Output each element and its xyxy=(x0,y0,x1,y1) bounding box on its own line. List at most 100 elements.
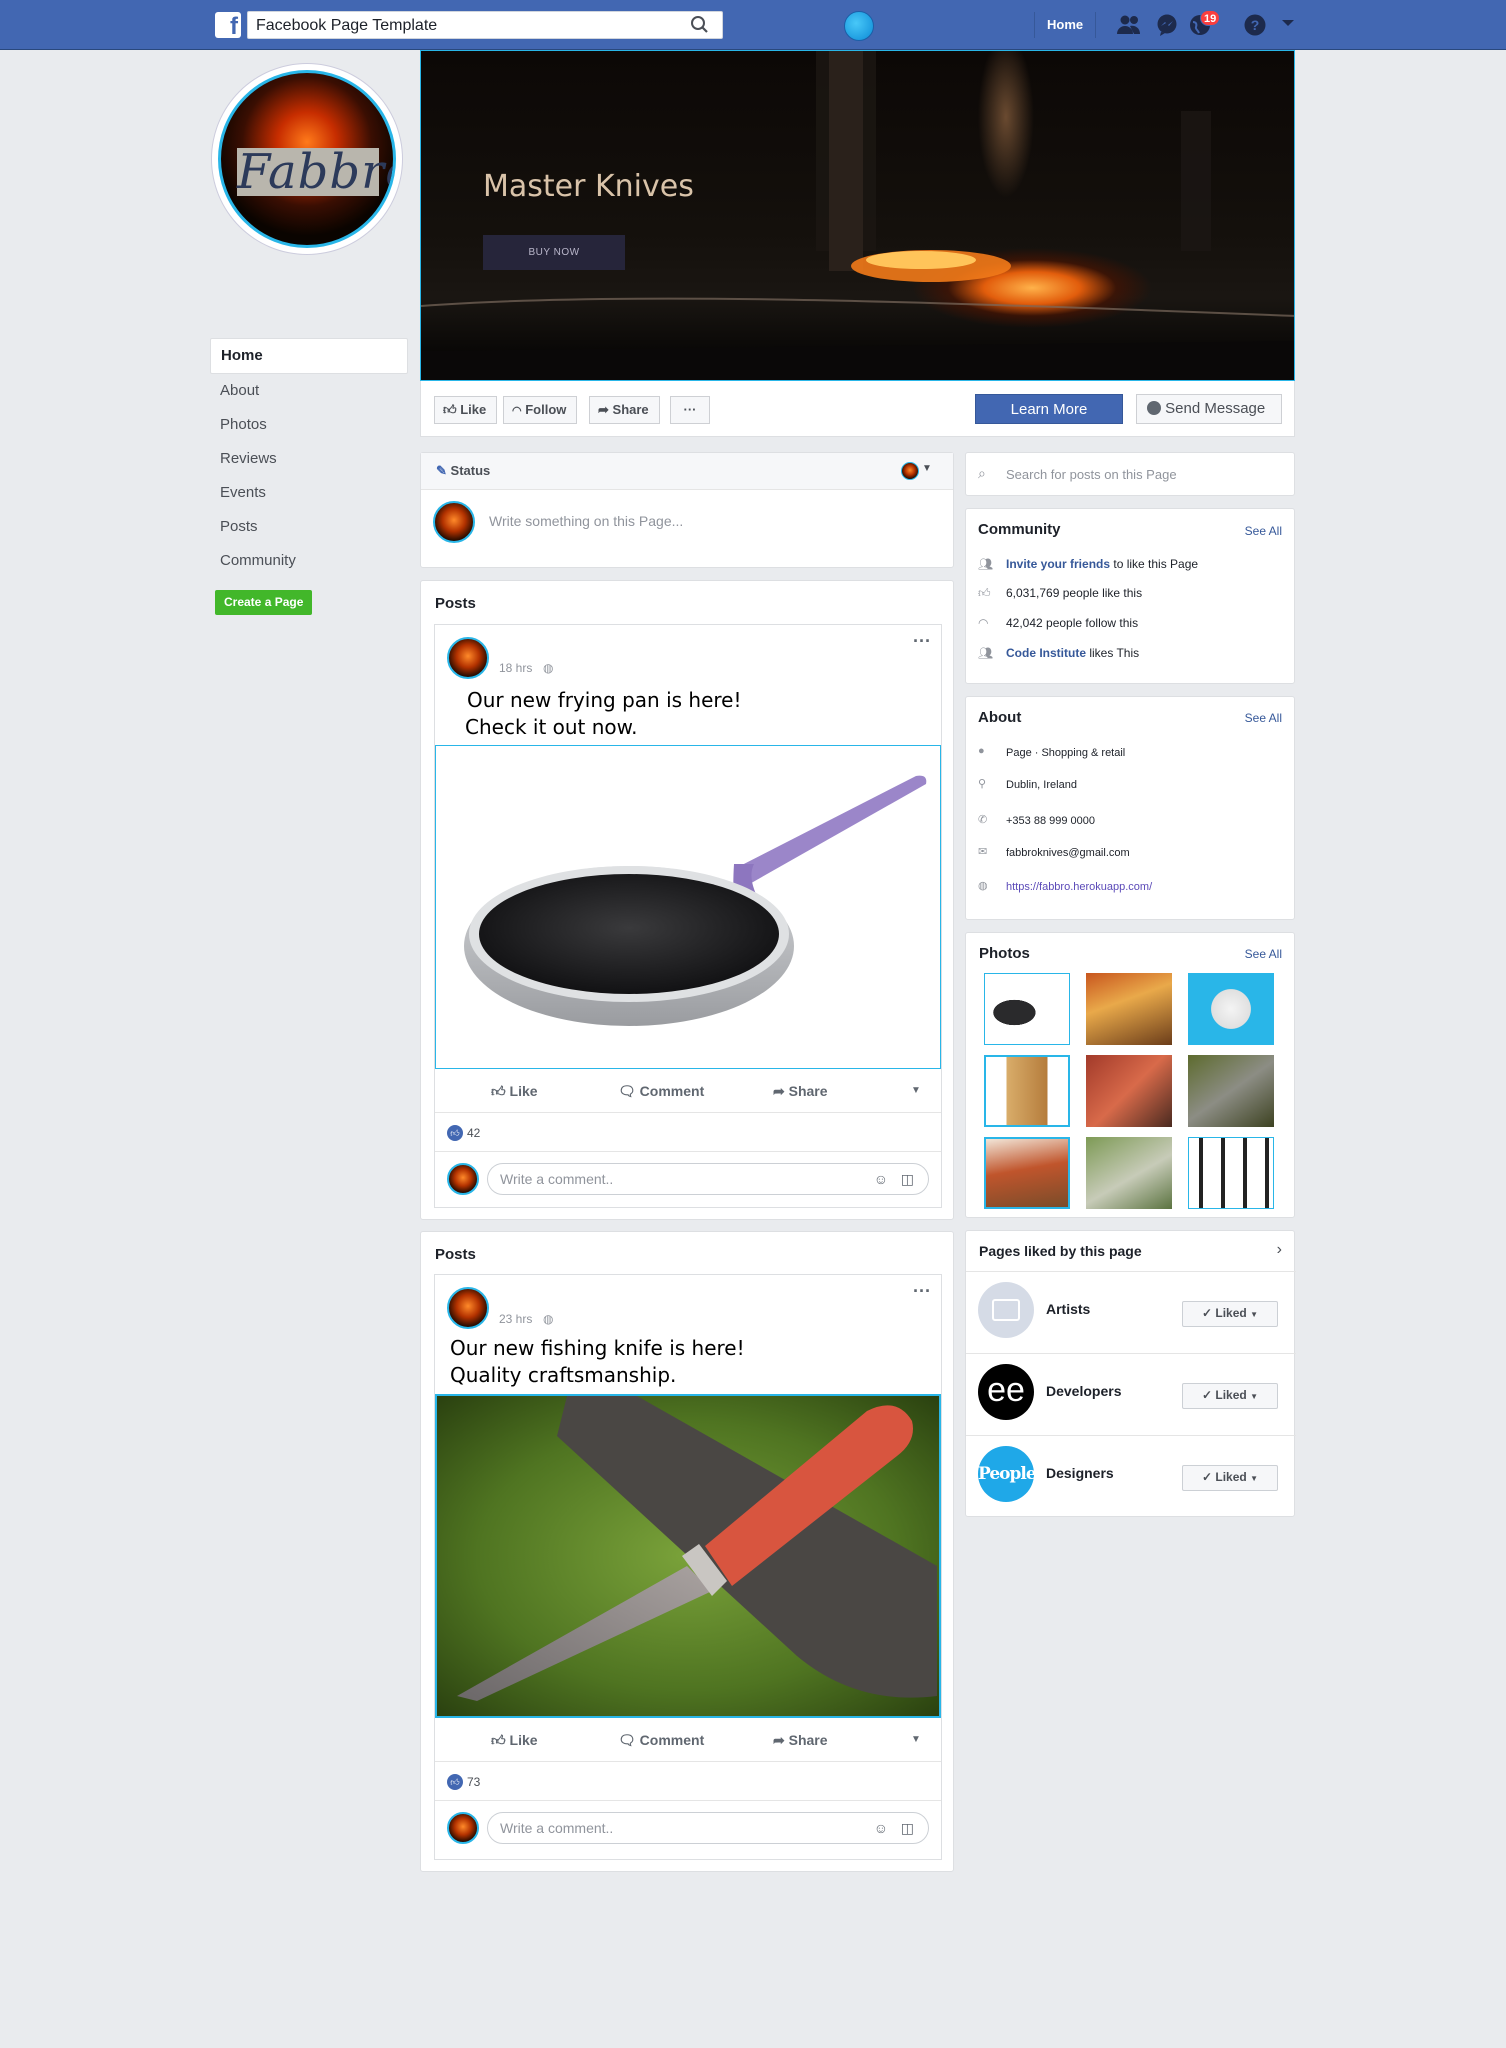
post-text-line1: Our new frying pan is here! xyxy=(467,688,742,712)
status-input[interactable]: Write something on this Page... xyxy=(489,513,683,529)
search-input[interactable]: Facebook Page Template xyxy=(247,11,723,39)
page-website-link[interactable]: https://fabbro.herokuapp.com/ xyxy=(1006,881,1152,893)
comment-input[interactable]: Write a comment.. ☺ ◫ xyxy=(487,1163,929,1195)
photo-thumbnail-knife-steak[interactable] xyxy=(1086,1055,1172,1127)
community-card: Community See All 👥︎ Invite your friends … xyxy=(965,508,1295,684)
dropdown-icon: ▼ xyxy=(1250,1392,1258,1401)
post-text-line2: Check it out now. xyxy=(465,715,638,739)
globe-icon[interactable] xyxy=(844,11,874,41)
photo-thumbnail-tin[interactable] xyxy=(1188,973,1274,1045)
post-share-button[interactable]: ➦ Share xyxy=(773,1732,828,1749)
about-see-all-link[interactable]: See All xyxy=(1245,711,1282,725)
code-institute-link[interactable]: Code Institute xyxy=(1006,646,1086,660)
friends-icon: 👥︎ xyxy=(978,557,994,571)
learn-more-button[interactable]: Learn More xyxy=(975,394,1123,424)
post-menu-chevron-icon[interactable]: ▼ xyxy=(911,1085,921,1096)
liked-page-name[interactable]: Designers xyxy=(1046,1465,1114,1481)
post-container: 23 hrs ◍ ··· Our new fishing knife is he… xyxy=(434,1274,942,1860)
liked-button[interactable]: ✓ Liked ▼ xyxy=(1182,1383,1278,1409)
post-image-frying-pan[interactable] xyxy=(435,745,941,1069)
reaction-count[interactable]: 73 xyxy=(467,1775,480,1789)
designers-page-avatar[interactable]: People xyxy=(978,1446,1037,1502)
post-options-icon[interactable]: ··· xyxy=(913,631,931,652)
profile-picture[interactable]: Fabbro xyxy=(212,64,402,254)
envelope-icon: ✉ xyxy=(978,846,988,858)
photo-thumbnail-cutting-board[interactable] xyxy=(1086,973,1172,1045)
liked-button[interactable]: ✓ Liked ▼ xyxy=(1182,1465,1278,1491)
artists-page-avatar[interactable] xyxy=(978,1282,1034,1338)
follow-page-button[interactable]: ◠ Follow xyxy=(503,396,578,424)
friend-requests-icon[interactable] xyxy=(1116,13,1140,37)
post-actions: 👍︎ Like 🗨︎ Comment ➦ Share ▼ xyxy=(435,1720,941,1762)
post-as-avatar-icon[interactable] xyxy=(901,462,919,480)
posts-section-title: Posts xyxy=(435,1246,476,1263)
sticker-icon[interactable]: ◫ xyxy=(901,1164,914,1194)
like-page-button[interactable]: 👍︎ Like xyxy=(434,396,498,424)
divider xyxy=(966,1271,1296,1272)
share-arrow-icon: ➦ xyxy=(598,402,609,417)
share-page-button[interactable]: ➦ Share xyxy=(589,396,660,424)
post-timestamp[interactable]: 18 hrs xyxy=(499,661,532,675)
status-tab[interactable]: ✎ Status xyxy=(421,453,953,490)
post-timestamp[interactable]: 23 hrs xyxy=(499,1312,532,1326)
post-comment-button[interactable]: 🗨︎ Comment xyxy=(618,1732,704,1749)
emoji-icon[interactable]: ☺ xyxy=(874,1164,888,1194)
photo-thumbnail-knife-outdoor[interactable] xyxy=(1188,1055,1274,1127)
developers-page-avatar[interactable]: ee xyxy=(978,1364,1034,1420)
messenger-icon[interactable] xyxy=(1155,13,1179,37)
create-page-button[interactable]: Create a Page xyxy=(215,590,313,615)
post-as-dropdown-icon[interactable]: ▼ xyxy=(922,463,932,474)
post-share-button[interactable]: ➦ Share xyxy=(773,1083,828,1100)
liked-page-name[interactable]: Developers xyxy=(1046,1383,1121,1399)
buy-now-button[interactable]: BUY NOW xyxy=(483,235,625,270)
account-menu-chevron-icon[interactable] xyxy=(1280,15,1298,39)
photo-thumbnail-knife-rack[interactable] xyxy=(1188,1137,1274,1209)
send-message-button[interactable]: Send Message xyxy=(1136,394,1282,424)
left-nav-photos[interactable]: Photos xyxy=(210,408,408,442)
send-message-label: Send Message xyxy=(1165,400,1266,417)
post-image-fishing-knife[interactable] xyxy=(435,1394,941,1718)
nav-home-link[interactable]: Home xyxy=(1034,12,1097,38)
post-author-avatar[interactable] xyxy=(447,637,489,679)
sticker-icon[interactable]: ◫ xyxy=(901,1813,914,1843)
location-pin-icon: ⚲ xyxy=(978,778,987,790)
comment-input[interactable]: Write a comment.. ☺ ◫ xyxy=(487,1812,929,1844)
search-icon[interactable] xyxy=(686,12,714,38)
liked-button[interactable]: ✓ Liked ▼ xyxy=(1182,1301,1278,1327)
help-icon[interactable]: ? xyxy=(1243,13,1267,37)
info-icon: ● xyxy=(978,745,985,757)
liked-page-name[interactable]: Artists xyxy=(1046,1301,1090,1317)
post-options-icon[interactable]: ··· xyxy=(913,1281,931,1302)
left-nav-community[interactable]: Community xyxy=(210,544,408,578)
photos-title: Photos xyxy=(979,945,1030,962)
page-search-box[interactable]: ⌕ Search for posts on this Page xyxy=(965,452,1295,496)
photo-thumbnail-knife-grass[interactable] xyxy=(1086,1137,1172,1209)
emoji-icon[interactable]: ☺ xyxy=(874,1813,888,1843)
chevron-right-icon[interactable]: › xyxy=(1277,1241,1282,1259)
comment-placeholder: Write a comment.. xyxy=(500,1820,614,1836)
photo-thumbnail-saucepan[interactable] xyxy=(984,973,1070,1045)
photo-thumbnail-knives-board[interactable] xyxy=(984,1137,1070,1209)
reaction-count[interactable]: 42 xyxy=(467,1126,480,1140)
facebook-logo-icon[interactable]: f xyxy=(215,12,241,38)
post-like-button[interactable]: 👍︎ Like xyxy=(491,1083,538,1100)
left-nav-posts[interactable]: Posts xyxy=(210,510,408,544)
community-see-all-link[interactable]: See All xyxy=(1245,524,1282,538)
post-share-label: Share xyxy=(788,1732,828,1748)
more-options-button[interactable]: ··· xyxy=(670,396,710,424)
invite-friends-link[interactable]: Invite your friends xyxy=(1006,557,1110,571)
photos-see-all-link[interactable]: See All xyxy=(1245,947,1282,961)
left-nav-about[interactable]: About xyxy=(210,374,408,408)
post-menu-chevron-icon[interactable]: ▼ xyxy=(911,1734,921,1745)
post-comment-button[interactable]: 🗨︎ Comment xyxy=(618,1083,704,1100)
left-nav-reviews[interactable]: Reviews xyxy=(210,442,408,476)
post-like-button[interactable]: 👍︎ Like xyxy=(491,1732,538,1749)
left-nav-events[interactable]: Events xyxy=(210,476,408,510)
community-title: Community xyxy=(978,521,1061,538)
post-like-label: Like xyxy=(509,1732,538,1748)
left-nav-home[interactable]: Home xyxy=(210,338,408,374)
like-outline-icon: 👍︎ xyxy=(491,1732,506,1748)
page-email[interactable]: fabbroknives@gmail.com xyxy=(1006,847,1130,859)
post-author-avatar[interactable] xyxy=(447,1287,489,1329)
photo-thumbnail-knife-block[interactable] xyxy=(984,1055,1070,1127)
